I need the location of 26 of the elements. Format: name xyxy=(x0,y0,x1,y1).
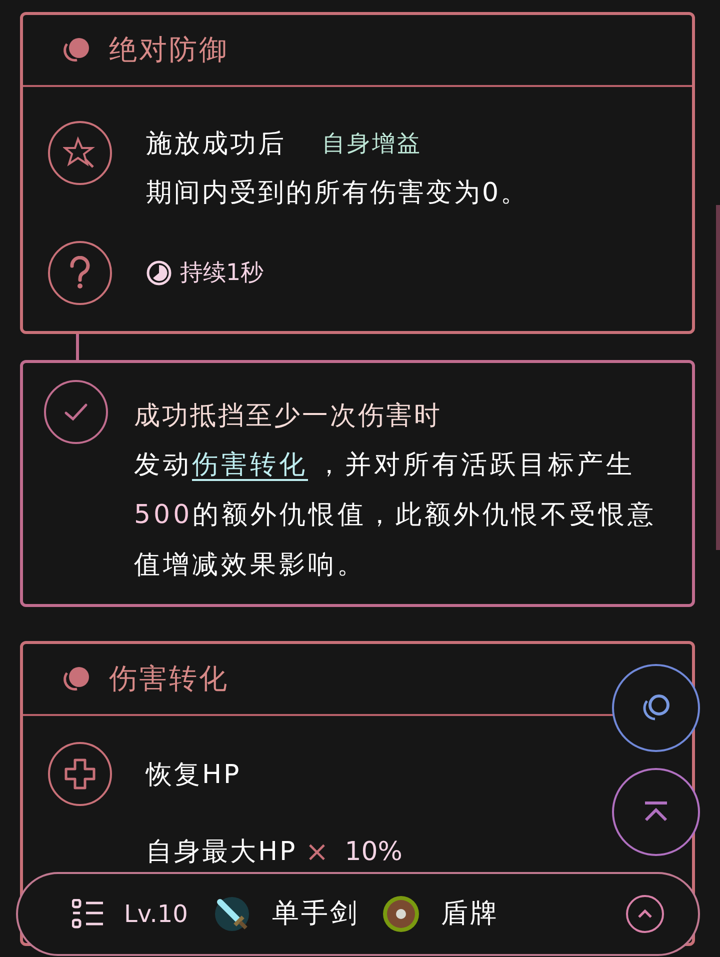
equipment-name: 单手剑 xyxy=(272,896,359,931)
skill-title: 伤害转化 xyxy=(109,661,229,697)
scroll-top-icon xyxy=(642,801,670,823)
condition-text: 发动伤害转化 ，并对所有活跃目标产生 500 的额外仇恨值，此额外仇恨不受恨意值增减效果影响。 xyxy=(134,449,658,582)
shield-icon xyxy=(380,894,421,934)
chevron-up-icon xyxy=(637,909,653,919)
heal-title: 恢复HP xyxy=(146,759,242,792)
timer-icon xyxy=(146,260,172,286)
level-text: Lv.10 xyxy=(124,899,188,930)
check-icon xyxy=(44,380,108,444)
formula-base: 自身最大HP xyxy=(146,836,298,868)
effect-text: 期间内受到的所有伤害变为0。 xyxy=(146,177,529,210)
plus-icon xyxy=(48,742,112,806)
formula-percent: 10% xyxy=(344,836,402,868)
scrollbar[interactable] xyxy=(716,205,720,550)
equipment-name: 盾牌 xyxy=(440,896,499,931)
effect-title: 施放成功后 xyxy=(146,128,286,161)
skill-link[interactable]: 伤害转化 xyxy=(192,450,308,480)
buff-tag: 自身增益 xyxy=(322,127,422,162)
condition-title: 成功抵挡至少一次伤害时 xyxy=(134,400,443,433)
skill-title: 绝对防御 xyxy=(109,32,229,68)
expand-button[interactable] xyxy=(626,895,664,933)
duration-text: 持续1秒 xyxy=(180,258,264,288)
multiply-sign: × xyxy=(305,834,329,870)
help-icon xyxy=(48,241,112,305)
list-icon xyxy=(72,899,104,929)
